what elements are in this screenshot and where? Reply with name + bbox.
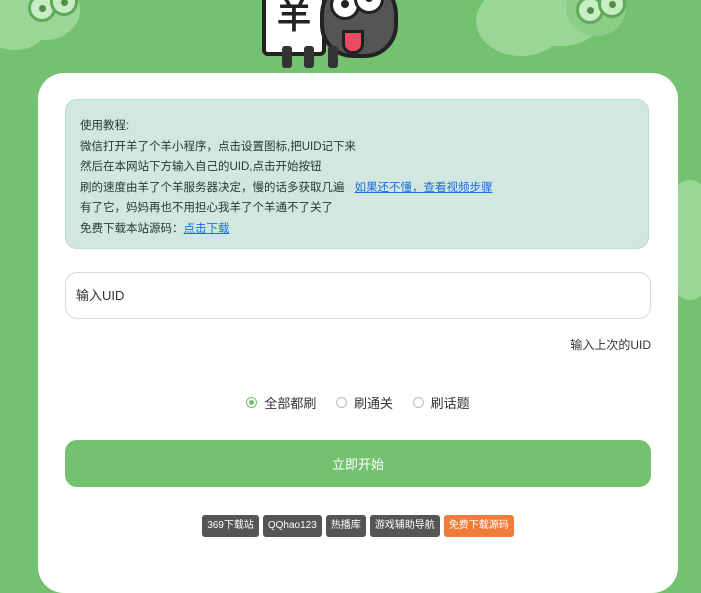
radio-unselected-icon xyxy=(412,397,424,408)
notice-line: 然后在本网站下方输入自己的UID,点击开始按钮 xyxy=(80,161,322,173)
uid-input[interactable] xyxy=(65,272,651,319)
mascot-sign: 羊 xyxy=(262,0,326,56)
footer-link-rebokoo[interactable]: 热播库 xyxy=(325,515,366,537)
notice-line: 微信打开羊了个羊小程序，点击设置图标,把UID记下来 xyxy=(80,140,356,153)
footer-link-game-nav[interactable]: 游戏辅助导航 xyxy=(369,515,440,537)
video-tutorial-link[interactable]: 如果还不懂，查看视频步骤 xyxy=(355,182,493,194)
notice-line: 使用教程: xyxy=(80,120,130,132)
footer-link-qqhao123[interactable]: QQhao123 xyxy=(262,515,322,537)
background-sheep-left xyxy=(0,0,100,70)
last-uid-link[interactable]: 输入上次的UID xyxy=(570,336,651,353)
mascot-tongue xyxy=(342,30,364,54)
footer-link-free-source[interactable]: 免费下载源码 xyxy=(443,515,514,537)
radio-selected-icon xyxy=(246,397,258,408)
radio-label: 刷话题 xyxy=(430,396,470,411)
radio-unselected-icon xyxy=(335,397,347,408)
download-source-link[interactable]: 点击下载 xyxy=(184,223,230,235)
start-button[interactable]: 立即开始 xyxy=(65,440,651,487)
radio-all[interactable]: 全部都刷 xyxy=(246,393,316,412)
notice-line: 有了它，妈妈再也不用担心我羊了个羊通不了关了 xyxy=(80,202,333,214)
notice-line-text: 免费下载本站源码： xyxy=(80,222,184,235)
notice-line-with-link: 刷的速度由羊了个羊服务器决定，慢的话多获取几遍 如果还不懂，查看视频步骤 xyxy=(80,178,634,199)
tutorial-notice: 使用教程: 微信打开羊了个羊小程序，点击设置图标,把UID记下来 然后在本网站下… xyxy=(65,99,649,249)
radio-topic[interactable]: 刷话题 xyxy=(412,393,470,412)
mode-radio-group: 全部都刷 刷通关 刷话题 xyxy=(38,393,678,412)
sheep-mascot: 羊 xyxy=(232,0,398,76)
background-sheep-right xyxy=(476,0,646,71)
notice-line-text: 刷的速度由羊了个羊服务器决定，慢的话多获取几遍 xyxy=(80,181,345,194)
mascot-sign-char: 羊 xyxy=(277,0,311,36)
footer-link-369[interactable]: 369下载站 xyxy=(202,515,259,537)
footer-links: 369下载站 QQhao123 热播库 游戏辅助导航 免费下载源码 xyxy=(38,515,678,537)
radio-clear-level[interactable]: 刷通关 xyxy=(335,393,393,412)
radio-label: 全部都刷 xyxy=(264,396,317,411)
radio-label: 刷通关 xyxy=(353,396,393,411)
main-card: 使用教程: 微信打开羊了个羊小程序，点击设置图标,把UID记下来 然后在本网站下… xyxy=(38,73,678,593)
notice-line-with-link: 免费下载本站源码：点击下载 xyxy=(80,219,634,240)
